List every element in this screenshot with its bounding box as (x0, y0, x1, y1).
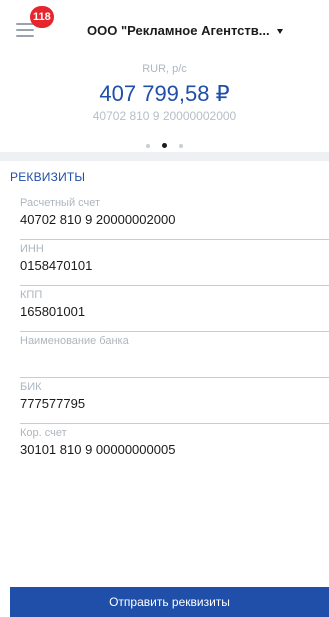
account-type: RUR, р/с (142, 63, 187, 75)
field-value: 777577795 (20, 396, 86, 411)
send-requisites-button[interactable]: Отправить реквизиты (10, 587, 329, 617)
field-label: БИК (20, 381, 42, 393)
account-number: 40702 810 9 20000002000 (92, 109, 237, 123)
field-bank-name[interactable]: Наименование банка (0, 332, 329, 378)
page-indicator (0, 137, 329, 149)
field-kpp[interactable]: КПП 165801001 (0, 286, 329, 332)
section-title: РЕКВИЗИТЫ (10, 170, 86, 184)
field-value: 30101 810 9 00000000005 (20, 442, 176, 457)
field-value (20, 349, 329, 366)
company-name: ООО "Рекламное Агентств... (87, 23, 270, 38)
field-label: КПП (20, 289, 43, 301)
field-label: ИНН (20, 243, 44, 255)
menu-bar (16, 35, 34, 37)
app-screen: 118 ООО "Рекламное Агентств... RUR, р/с … (0, 0, 329, 617)
field-label: Расчетный счет (20, 197, 101, 209)
field-value: 0158470101 (20, 258, 93, 273)
notification-badge[interactable]: 118 (30, 6, 54, 28)
menu-bar (16, 29, 34, 31)
page-dot[interactable] (145, 143, 150, 148)
account-balance: 407 799,58 ₽ (99, 81, 230, 106)
field-correspondent-account[interactable]: Кор. счет 30101 810 9 00000000005 (0, 424, 329, 470)
section-divider (0, 152, 329, 161)
field-settlement-account[interactable]: Расчетный счет 40702 810 9 20000002000 (0, 194, 329, 240)
account-card[interactable]: RUR, р/с 407 799,58 ₽ 40702 810 9 200000… (0, 62, 329, 124)
page-dot[interactable] (179, 143, 184, 148)
field-value: 40702 810 9 20000002000 (20, 212, 176, 227)
field-bik[interactable]: БИК 777577795 (0, 378, 329, 424)
top-bar: 118 ООО "Рекламное Агентств... (0, 0, 329, 56)
field-value: 165801001 (20, 304, 86, 319)
chevron-down-icon (276, 28, 283, 34)
page-dot-active[interactable] (162, 143, 167, 149)
company-selector[interactable]: ООО "Рекламное Агентств... (87, 23, 283, 38)
field-label: Наименование банка (20, 335, 129, 347)
field-label: Кор. счет (20, 427, 67, 439)
requisites-list: Расчетный счет 40702 810 9 20000002000 И… (0, 194, 329, 470)
field-inn[interactable]: ИНН 0158470101 (0, 240, 329, 286)
